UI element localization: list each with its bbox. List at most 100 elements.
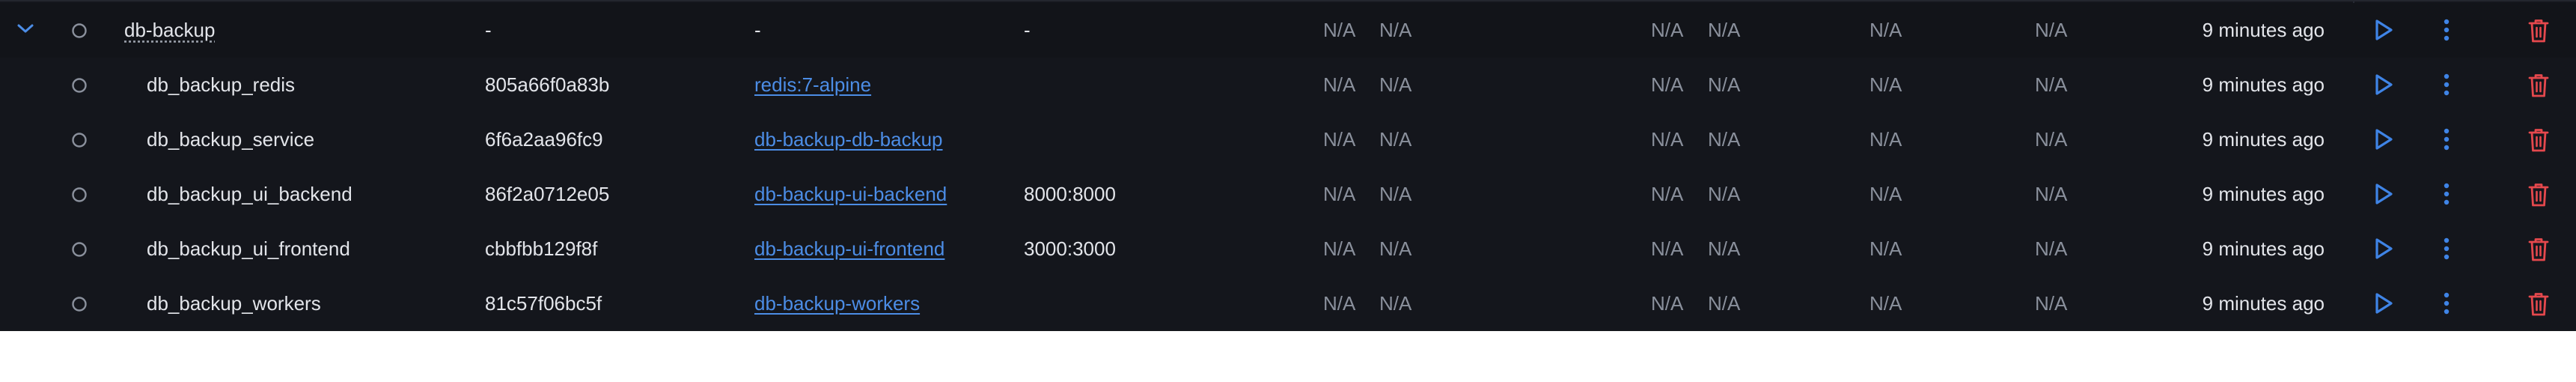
container-row[interactable]: db_backup_workers 81c57f06bc5f db-backup… bbox=[0, 276, 2576, 331]
cpu-limit-value: N/A bbox=[1379, 128, 1412, 151]
container-row[interactable]: db_backup_redis 805a66f0a83b redis:7-alp… bbox=[0, 58, 2576, 112]
status-circle-icon bbox=[72, 297, 87, 312]
trash-icon bbox=[2528, 184, 2549, 207]
status-circle-icon bbox=[72, 23, 87, 38]
start-button[interactable] bbox=[2366, 112, 2399, 167]
container-row[interactable]: db_backup_ui_backend 86f2a0712e05 db-bac… bbox=[0, 167, 2576, 222]
start-button[interactable] bbox=[2366, 276, 2399, 331]
image-link[interactable]: db-backup-db-backup bbox=[754, 112, 943, 167]
start-button[interactable] bbox=[2366, 3, 2399, 58]
disk-value: N/A bbox=[1870, 237, 1902, 260]
expand-toggle[interactable] bbox=[16, 3, 39, 58]
start-button[interactable] bbox=[2366, 58, 2399, 112]
container-row[interactable]: db_backup_service 6f6a2aa96fc9 db-backup… bbox=[0, 112, 2576, 167]
memory-value: N/A bbox=[1651, 292, 1684, 315]
delete-button[interactable] bbox=[2521, 167, 2554, 222]
delete-button[interactable] bbox=[2521, 276, 2554, 331]
cpu-value: N/A bbox=[1323, 237, 1356, 260]
kebab-menu-icon bbox=[2444, 19, 2450, 41]
memory-limit-value: N/A bbox=[1708, 73, 1741, 96]
status-indicator bbox=[70, 276, 88, 331]
container-name[interactable]: db_backup_ui_backend bbox=[147, 167, 352, 222]
status-indicator bbox=[70, 112, 88, 167]
status-indicator bbox=[70, 222, 88, 276]
memory-value: N/A bbox=[1651, 237, 1684, 260]
memory-value: N/A bbox=[1651, 183, 1684, 205]
status-circle-icon bbox=[72, 78, 87, 93]
chevron-down-icon[interactable] bbox=[16, 22, 34, 34]
disk-value: N/A bbox=[1870, 19, 1902, 41]
container-name[interactable]: db_backup_service bbox=[147, 112, 314, 167]
cpu-limit-value: N/A bbox=[1379, 183, 1412, 205]
container-id: 86f2a0712e05 bbox=[485, 183, 610, 205]
memory-limit-value: N/A bbox=[1708, 183, 1741, 205]
start-button[interactable] bbox=[2366, 167, 2399, 222]
more-actions-button[interactable] bbox=[2429, 167, 2462, 222]
status-circle-icon bbox=[72, 187, 87, 202]
kebab-menu-icon bbox=[2444, 183, 2450, 205]
more-actions-button[interactable] bbox=[2429, 58, 2462, 112]
kebab-menu-icon bbox=[2444, 237, 2450, 260]
status-circle-icon bbox=[72, 133, 87, 148]
kebab-menu-icon bbox=[2444, 292, 2450, 315]
last-started: 9 minutes ago bbox=[2202, 73, 2325, 96]
image-link[interactable]: redis:7-alpine bbox=[754, 58, 871, 112]
port-mapping: 3000:3000 bbox=[1024, 237, 1116, 260]
cpu-limit-value: N/A bbox=[1379, 237, 1412, 260]
cpu-value: N/A bbox=[1323, 19, 1356, 41]
memory-value: N/A bbox=[1651, 73, 1684, 96]
start-button[interactable] bbox=[2366, 222, 2399, 276]
kebab-menu-icon bbox=[2444, 128, 2450, 151]
containers-table: db-backup - - - N/A N/A N/A N/A N/A N/A … bbox=[0, 0, 2576, 331]
more-actions-button[interactable] bbox=[2429, 222, 2462, 276]
disk-value: N/A bbox=[1870, 73, 1902, 96]
network-value: N/A bbox=[2035, 183, 2068, 205]
image-link[interactable]: db-backup-workers bbox=[754, 276, 920, 331]
memory-value: N/A bbox=[1651, 128, 1684, 151]
group-name[interactable]: db-backup bbox=[124, 3, 215, 58]
trash-icon bbox=[2528, 293, 2549, 316]
image-link[interactable]: db-backup-ui-frontend bbox=[754, 222, 944, 276]
play-icon bbox=[2375, 238, 2393, 259]
delete-button[interactable] bbox=[2521, 222, 2554, 276]
more-actions-button[interactable] bbox=[2429, 276, 2462, 331]
more-actions-button[interactable] bbox=[2429, 112, 2462, 167]
image-link[interactable]: db-backup-ui-backend bbox=[754, 167, 947, 222]
cpu-limit-value: N/A bbox=[1379, 73, 1412, 96]
cpu-value: N/A bbox=[1323, 183, 1356, 205]
container-id: 81c57f06bc5f bbox=[485, 292, 602, 315]
port-mapping: - bbox=[1024, 19, 1031, 41]
network-value: N/A bbox=[2035, 73, 2068, 96]
container-id: 6f6a2aa96fc9 bbox=[485, 128, 603, 151]
cpu-value: N/A bbox=[1323, 73, 1356, 96]
last-started: 9 minutes ago bbox=[2202, 292, 2325, 315]
more-actions-button[interactable] bbox=[2429, 3, 2462, 58]
last-started: 9 minutes ago bbox=[2202, 237, 2325, 260]
container-name[interactable]: db_backup_redis bbox=[147, 58, 295, 112]
play-icon bbox=[2375, 74, 2393, 95]
play-icon bbox=[2375, 293, 2393, 314]
cpu-value: N/A bbox=[1323, 292, 1356, 315]
container-row[interactable]: db_backup_ui_frontend cbbfbb129f8f db-ba… bbox=[0, 222, 2576, 276]
container-id: - bbox=[485, 19, 492, 41]
delete-button[interactable] bbox=[2521, 3, 2554, 58]
compose-group-row[interactable]: db-backup - - - N/A N/A N/A N/A N/A N/A … bbox=[0, 3, 2576, 58]
disk-value: N/A bbox=[1870, 183, 1902, 205]
disk-value: N/A bbox=[1870, 292, 1902, 315]
container-name[interactable]: db_backup_workers bbox=[147, 276, 321, 331]
play-icon bbox=[2375, 184, 2393, 204]
trash-icon bbox=[2528, 19, 2549, 43]
network-value: N/A bbox=[2035, 292, 2068, 315]
cpu-limit-value: N/A bbox=[1379, 19, 1412, 41]
status-indicator bbox=[70, 167, 88, 222]
network-value: N/A bbox=[2035, 19, 2068, 41]
container-name[interactable]: db_backup_ui_frontend bbox=[147, 222, 350, 276]
memory-limit-value: N/A bbox=[1708, 19, 1741, 41]
cpu-limit-value: N/A bbox=[1379, 292, 1412, 315]
last-started: 9 minutes ago bbox=[2202, 183, 2325, 205]
kebab-menu-icon bbox=[2444, 73, 2450, 96]
delete-button[interactable] bbox=[2521, 58, 2554, 112]
delete-button[interactable] bbox=[2521, 112, 2554, 167]
network-value: N/A bbox=[2035, 128, 2068, 151]
container-id: 805a66f0a83b bbox=[485, 73, 610, 96]
